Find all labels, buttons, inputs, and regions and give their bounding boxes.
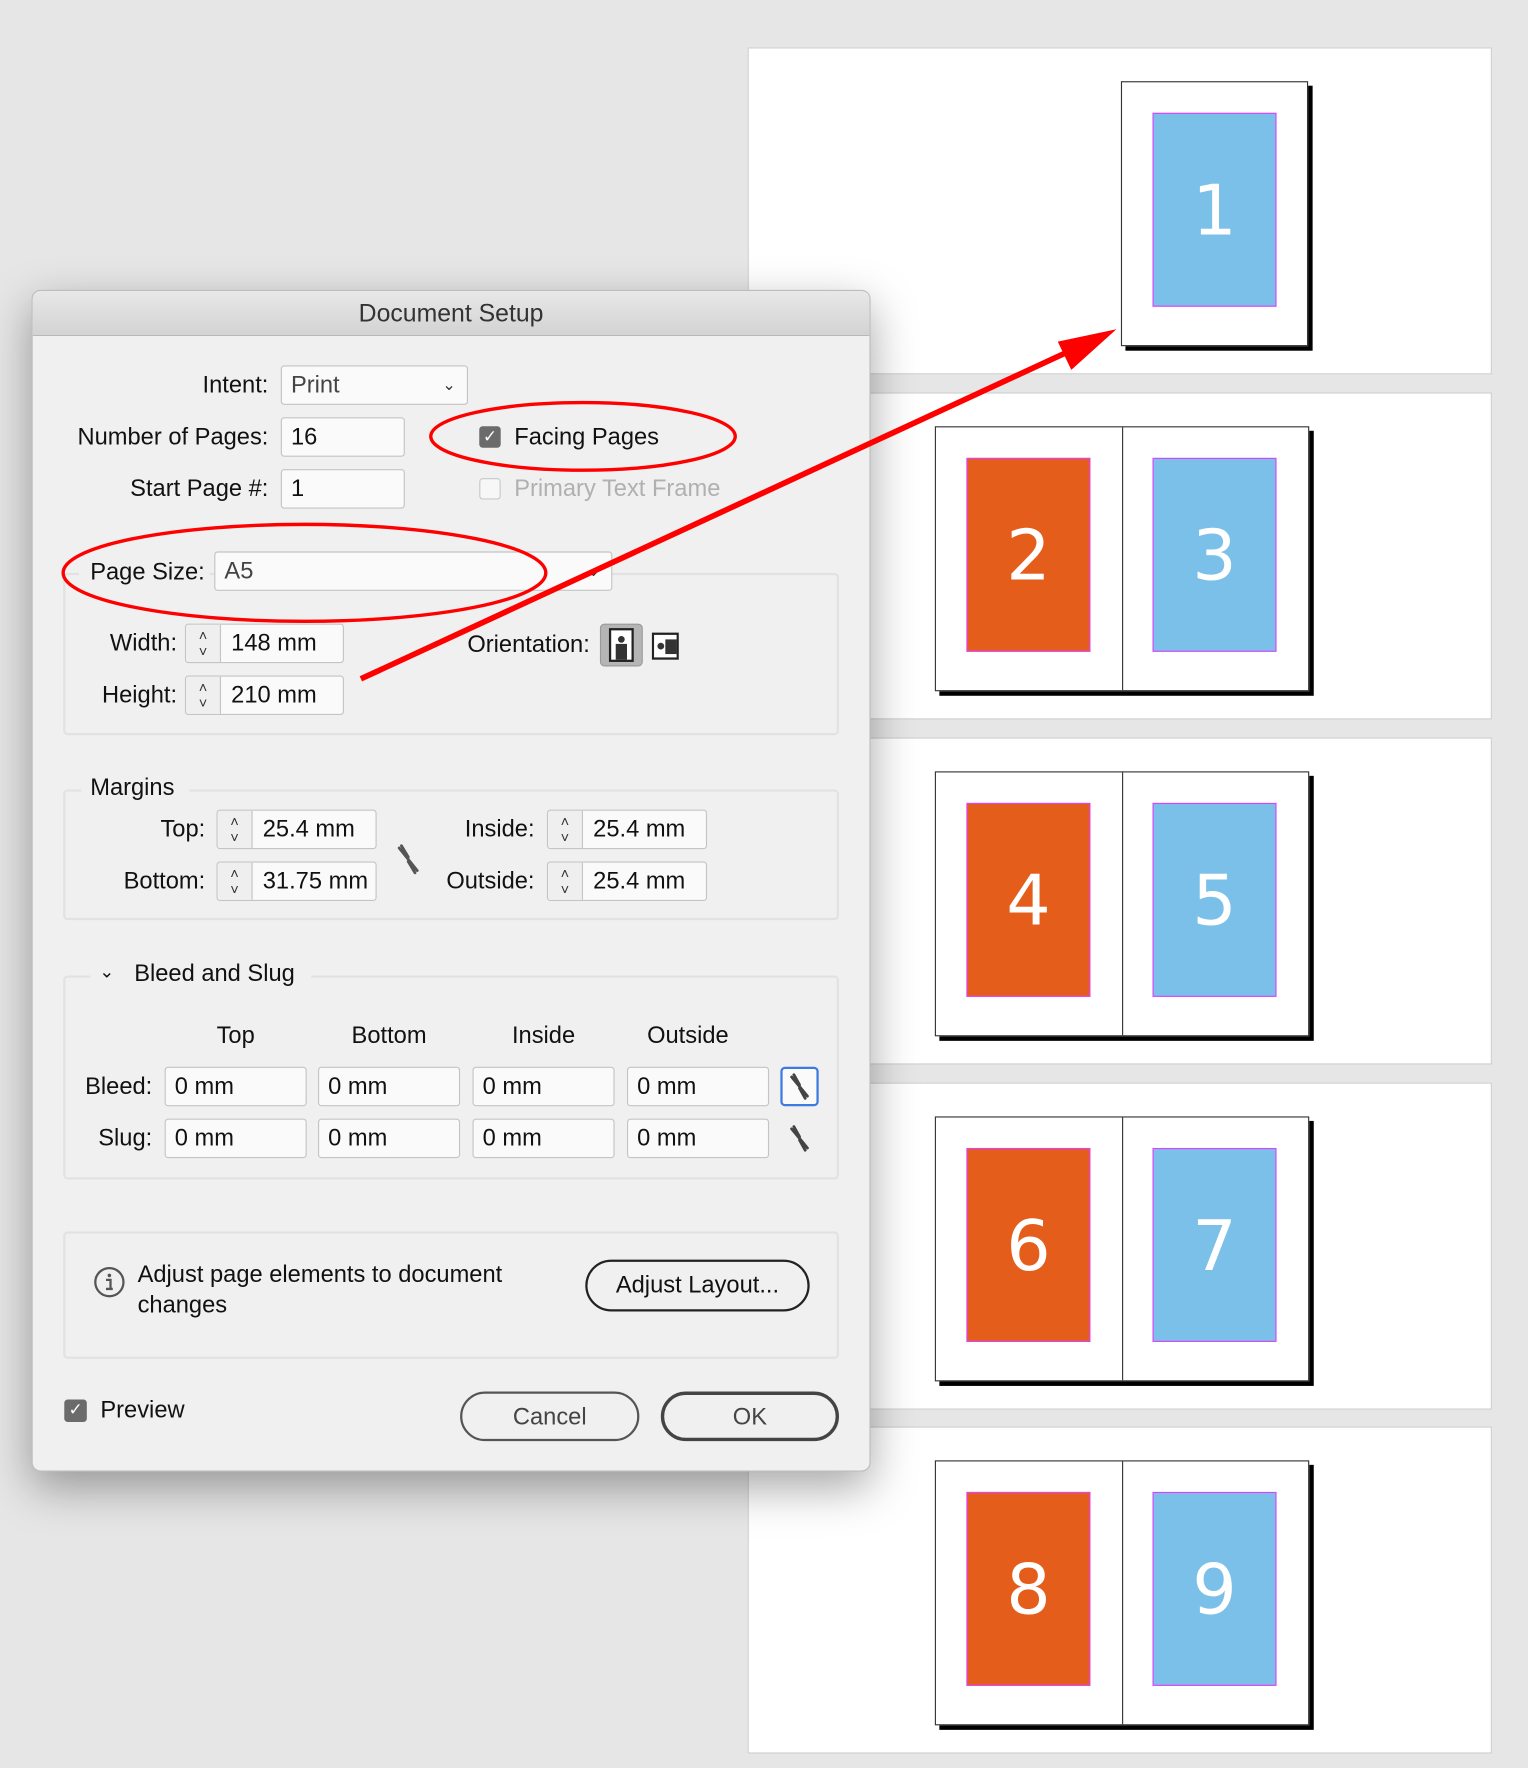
facing-pages-highlight-ellipse <box>429 400 737 472</box>
page-size-highlight-ellipse <box>61 522 548 624</box>
screenshot-stage: 123456789 Document Setup Intent: Print ⌄… <box>0 0 1528 1768</box>
annotation-overlay <box>61 329 1117 682</box>
annotation-arrow-line <box>359 342 1084 682</box>
arrowhead-icon <box>1057 329 1117 370</box>
